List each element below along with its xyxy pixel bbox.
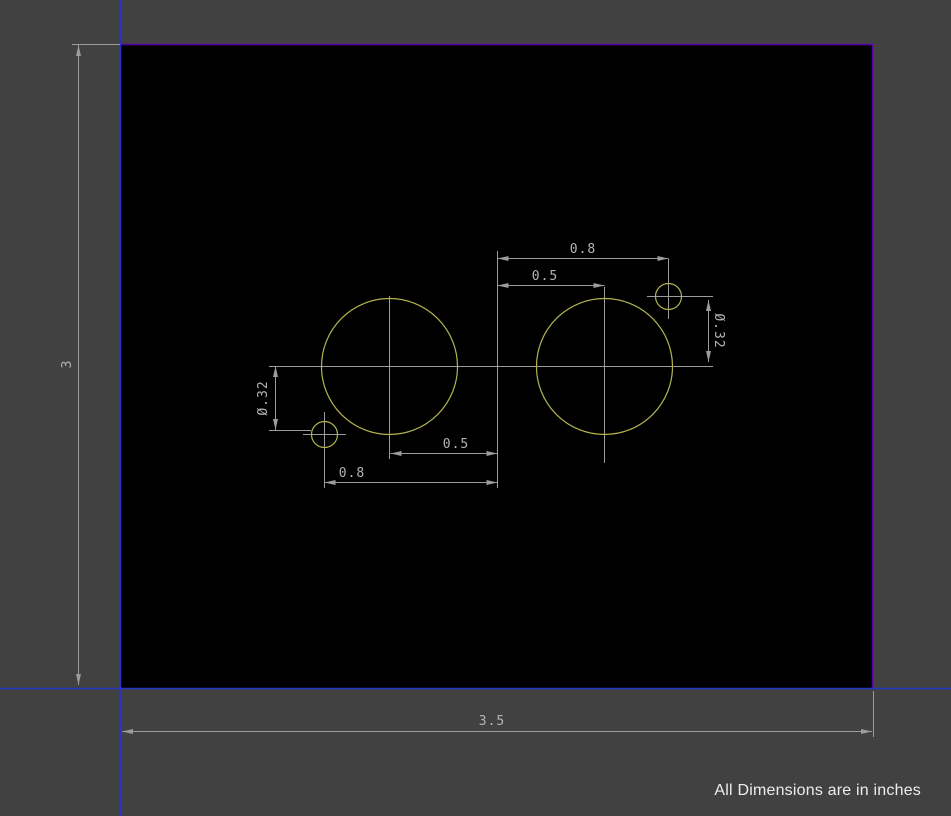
dim-label: Ø.32 <box>256 380 271 415</box>
cad-viewport: 3 3.5 0.8 0.5 Ø.32 Ø.32 <box>0 0 951 816</box>
arrowhead-left <box>122 729 133 734</box>
dim-label: 3 <box>60 360 75 369</box>
dimension-plate-height[interactable]: 3 <box>60 45 120 686</box>
dim-label: 0.5 <box>443 437 469 452</box>
dim-label: 0.8 <box>339 466 365 481</box>
dimension-plate-width[interactable]: 3.5 <box>122 691 874 737</box>
dim-label: Ø.32 <box>711 313 726 348</box>
arrowhead-down <box>76 674 81 685</box>
dim-label: 0.5 <box>532 269 558 284</box>
dim-label: 3.5 <box>479 714 505 729</box>
arrowhead-right <box>861 729 872 734</box>
units-note: All Dimensions are in inches <box>714 782 921 799</box>
arrowhead-up <box>76 45 81 56</box>
dim-label: 0.8 <box>570 242 596 257</box>
